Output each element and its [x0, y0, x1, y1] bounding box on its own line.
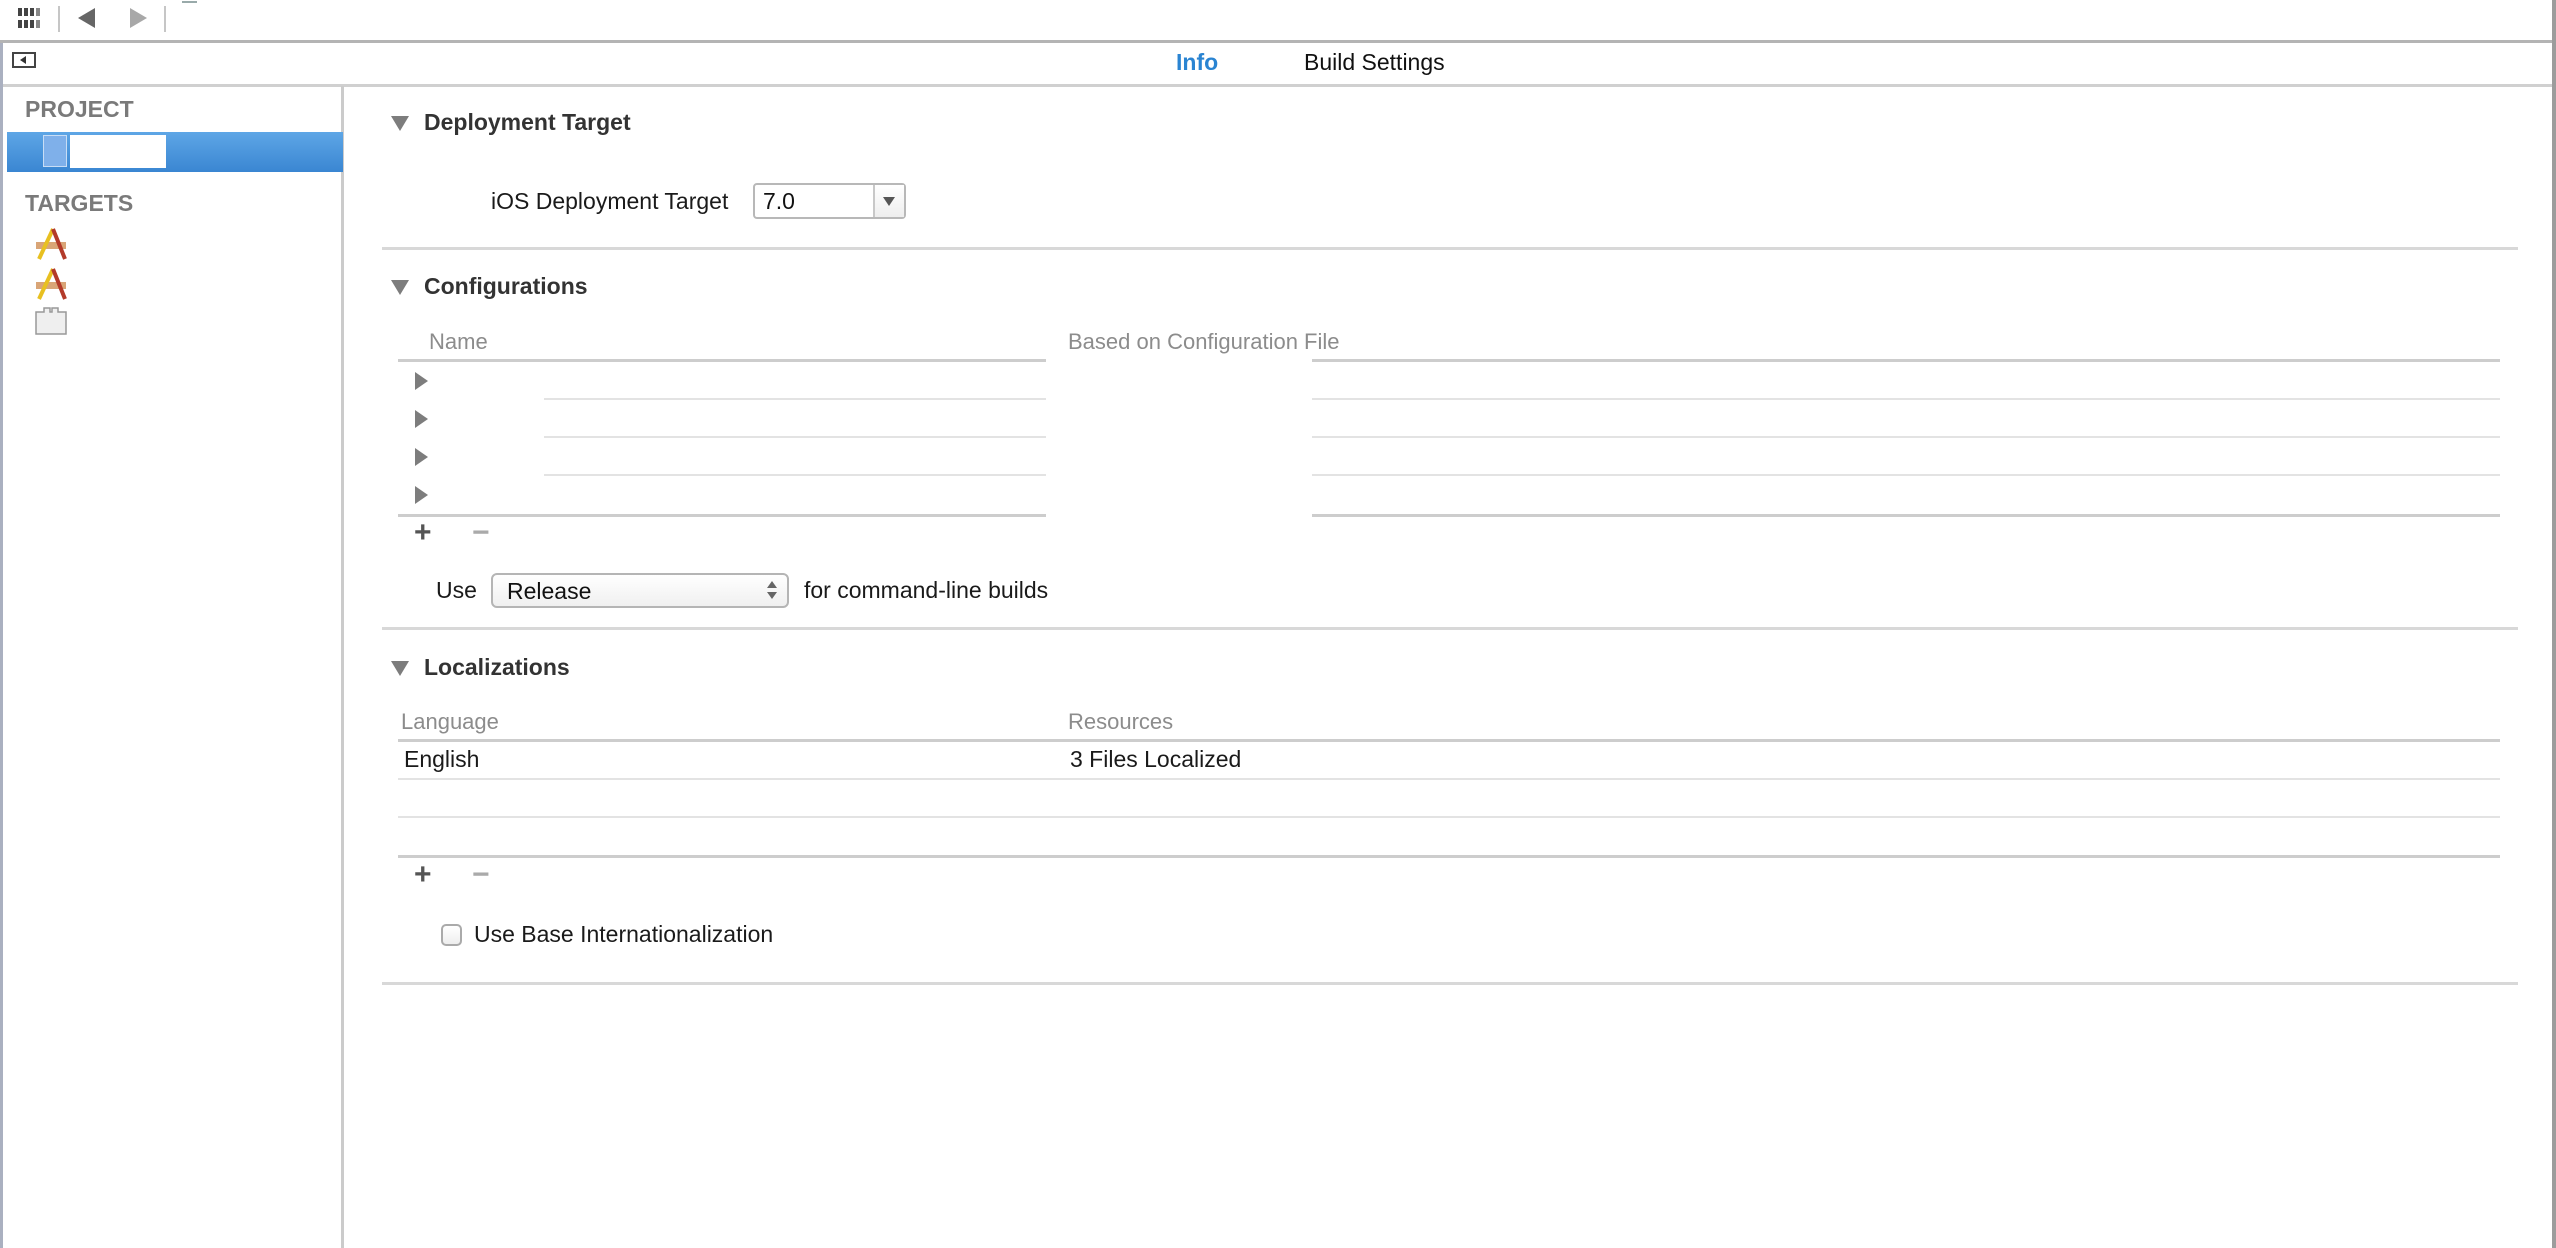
- section-divider: [382, 982, 2518, 985]
- toolbar-separator: [164, 6, 166, 32]
- app-target-icon: [36, 228, 67, 260]
- configurations-table: [398, 362, 2500, 514]
- back-arrow-icon[interactable]: [78, 8, 95, 28]
- ios-deployment-target-value[interactable]: 7.0: [763, 188, 795, 215]
- column-header-language[interactable]: Language: [401, 709, 499, 735]
- table-footer-line: [398, 514, 1046, 517]
- language-cell: English: [404, 746, 480, 772]
- disclosure-triangle-icon[interactable]: [415, 448, 428, 466]
- forward-arrow-icon[interactable]: [130, 8, 147, 28]
- table-footer-line: [1312, 514, 2500, 517]
- add-localization-button[interactable]: +: [414, 858, 432, 892]
- sidebar-toggle-icon[interactable]: [12, 52, 36, 68]
- project-header: PROJECT: [25, 96, 134, 122]
- sidebar-item-target-1[interactable]: [33, 226, 69, 262]
- up-down-arrows-icon: [767, 581, 777, 601]
- localizations-title: Localizations: [424, 654, 570, 680]
- use-label: Use: [436, 577, 477, 603]
- disclosure-triangle-icon[interactable]: [391, 661, 409, 676]
- column-header-config-file[interactable]: Based on Configuration File: [1068, 329, 1340, 355]
- remove-localization-button[interactable]: −: [472, 858, 490, 892]
- editor-tab-bar: Info Build Settings: [0, 43, 2556, 87]
- sidebar-item-target-3[interactable]: [33, 304, 69, 340]
- window-right-edge: [2552, 0, 2556, 1248]
- sidebar-item-target-2[interactable]: [33, 266, 69, 302]
- disclosure-triangle-icon[interactable]: [415, 410, 428, 428]
- toolbar-separator: [58, 6, 60, 32]
- section-divider: [382, 627, 2518, 630]
- column-header-name[interactable]: Name: [429, 329, 488, 355]
- disclosure-triangle-icon[interactable]: [415, 486, 428, 504]
- command-line-builds-label: for command-line builds: [804, 577, 1049, 603]
- project-name: [70, 135, 166, 168]
- disclosure-triangle-icon[interactable]: [415, 372, 428, 390]
- disclosure-triangle-icon[interactable]: [391, 116, 409, 131]
- xcode-project-icon: [43, 135, 67, 167]
- grid-icon[interactable]: [18, 8, 42, 30]
- table-row-empty: [398, 780, 2500, 818]
- ios-deployment-target-combobox[interactable]: 7.0: [753, 183, 906, 219]
- resources-cell: 3 Files Localized: [1070, 746, 1242, 772]
- table-row[interactable]: [398, 438, 2500, 476]
- targets-header: TARGETS: [25, 190, 134, 216]
- table-row[interactable]: [398, 476, 2500, 514]
- table-row[interactable]: [398, 362, 2500, 400]
- chevron-down-icon[interactable]: [873, 185, 904, 217]
- sidebar-item-project[interactable]: [7, 132, 343, 172]
- base-internationalization-checkbox[interactable]: [441, 924, 462, 946]
- section-divider: [382, 247, 2518, 250]
- remove-configuration-button[interactable]: −: [472, 516, 490, 550]
- command-line-config-value: Release: [507, 578, 592, 604]
- base-internationalization-label[interactable]: Use Base Internationalization: [474, 921, 773, 948]
- project-navigator-sidebar: PROJECT TARGETS: [3, 86, 344, 1248]
- table-footer-line: [398, 855, 2500, 858]
- table-row[interactable]: English 3 Files Localized: [398, 742, 2500, 780]
- disclosure-triangle-icon[interactable]: [391, 280, 409, 295]
- bundle-target-icon: [35, 307, 67, 335]
- configurations-title: Configurations: [424, 273, 588, 299]
- tab-info[interactable]: Info: [1176, 49, 1218, 76]
- column-header-resources[interactable]: Resources: [1068, 709, 1173, 735]
- table-row-empty: [398, 818, 2500, 856]
- add-configuration-button[interactable]: +: [414, 516, 432, 550]
- jump-bar-stub: [182, 1, 197, 3]
- localizations-table: English 3 Files Localized: [398, 742, 2500, 856]
- toolbar: [0, 0, 2556, 43]
- deployment-target-title: Deployment Target: [424, 109, 631, 135]
- app-target-icon: [36, 268, 67, 300]
- tab-build-settings[interactable]: Build Settings: [1304, 49, 1445, 76]
- table-row[interactable]: [398, 400, 2500, 438]
- ios-deployment-target-label: iOS Deployment Target: [491, 188, 729, 214]
- command-line-config-popup[interactable]: Release: [491, 573, 789, 608]
